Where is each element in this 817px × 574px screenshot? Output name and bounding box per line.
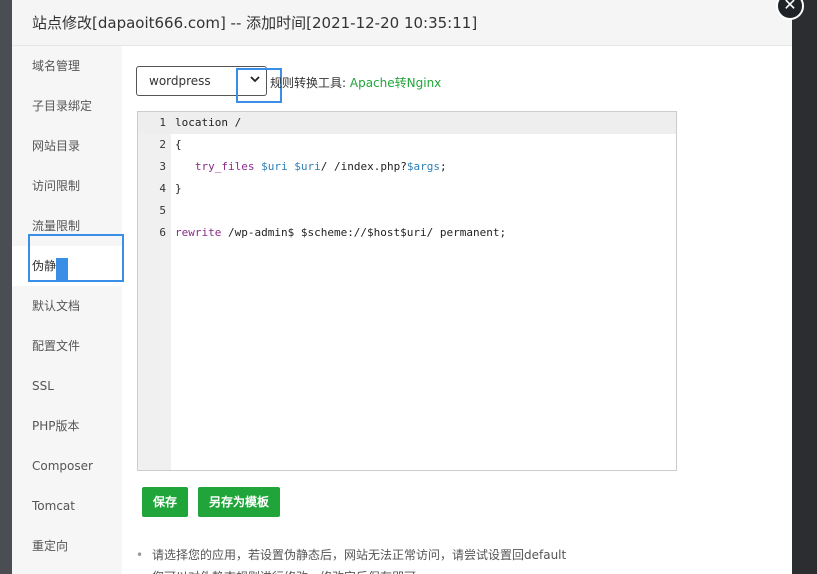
line-number: 1 <box>159 116 166 129</box>
dialog-title: 站点修改[dapaoit666.com] -- 添加时间[2021-12-20 … <box>12 0 792 46</box>
code-line: 5 <box>138 200 676 222</box>
code-line: 1 location / <box>138 112 676 134</box>
sidebar-item-composer[interactable]: Composer <box>12 446 122 486</box>
code-text: { <box>175 138 182 151</box>
variable-token: $uri <box>294 160 321 173</box>
line-number: 4 <box>159 182 166 195</box>
variable-token: $args <box>406 160 440 173</box>
rule-converter-label: 规则转换工具: <box>270 76 347 90</box>
sidebar-item-domain-management[interactable]: 域名管理 <box>12 46 122 86</box>
code-text: try_files $uri $uri/ /index.php?$args; <box>194 160 447 173</box>
rewrite-panel: wordpress 规则转换工具: Apache转Nginx 1 locatio… <box>122 46 792 574</box>
code-text: location / <box>175 116 242 129</box>
text-cursor-highlight <box>56 258 68 282</box>
settings-sidebar: 域名管理 子目录绑定 网站目录 访问限制 流量限制 伪静态 默认文档 配置文件 … <box>12 46 122 574</box>
sidebar-item-redirect[interactable]: 重定向 <box>12 526 122 566</box>
keyword-token: rewrite <box>175 226 222 239</box>
rewrite-template-select[interactable]: wordpress <box>136 66 267 96</box>
tip-item: 您可以对伪静态规则进行修改，修改完后保存即可。 <box>136 566 566 574</box>
sidebar-item-site-directory[interactable]: 网站目录 <box>12 126 122 166</box>
sidebar-item-tomcat[interactable]: Tomcat <box>12 486 122 526</box>
tip-item: 请选择您的应用，若设置伪静态后，网站无法正常访问，请尝试设置回default <box>136 544 566 566</box>
rewrite-template-value: wordpress <box>149 74 211 88</box>
line-number: 5 <box>159 204 166 217</box>
sidebar-item-access-limit[interactable]: 访问限制 <box>12 166 122 206</box>
sidebar-item-subdirectory-binding[interactable]: 子目录绑定 <box>12 86 122 126</box>
code-line: 6 rewrite /wp-admin$ $scheme://$host$uri… <box>138 222 676 244</box>
keyword-token: try_files <box>194 160 255 173</box>
code-line: 3 try_files $uri $uri/ /index.php?$args; <box>138 156 676 178</box>
sidebar-item-default-document[interactable]: 默认文档 <box>12 286 122 326</box>
sidebar-item-config-file[interactable]: 配置文件 <box>12 326 122 366</box>
save-as-template-button[interactable]: 另存为模板 <box>198 487 280 517</box>
code-line: 2 { <box>138 134 676 156</box>
code-line: 4 } <box>138 178 676 200</box>
sidebar-item-ssl[interactable]: SSL <box>12 366 122 406</box>
line-number: 6 <box>159 226 166 239</box>
code-text: } <box>175 182 182 195</box>
line-number: 2 <box>159 138 166 151</box>
site-edit-dialog: 站点修改[dapaoit666.com] -- 添加时间[2021-12-20 … <box>12 0 792 574</box>
chevron-down-icon[interactable] <box>248 74 262 88</box>
sidebar-item-php-version[interactable]: PHP版本 <box>12 406 122 446</box>
line-number: 3 <box>159 160 166 173</box>
page-backdrop <box>0 0 12 574</box>
help-tips: 请选择您的应用，若设置伪静态后，网站无法正常访问，请尝试设置回default 您… <box>136 544 566 574</box>
rule-converter: 规则转换工具: Apache转Nginx <box>270 74 441 91</box>
rewrite-code-editor[interactable]: 1 location / 2 { 3 try_files $uri $uri/ … <box>137 111 677 471</box>
save-button[interactable]: 保存 <box>142 487 188 517</box>
apache-to-nginx-link[interactable]: Apache转Nginx <box>350 76 441 90</box>
variable-token: $uri <box>261 160 288 173</box>
sidebar-item-traffic-limit[interactable]: 流量限制 <box>12 206 122 246</box>
code-text: rewrite /wp-admin$ $scheme://$host$uri/ … <box>175 226 507 239</box>
